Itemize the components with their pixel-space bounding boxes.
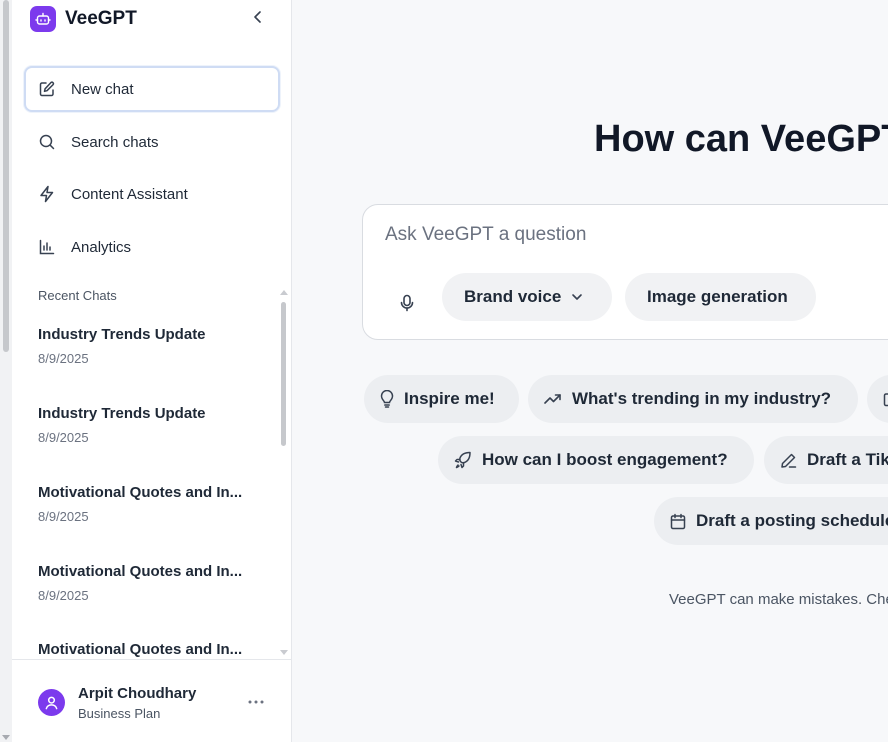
nav-label: Content Assistant	[71, 185, 188, 203]
microphone-icon	[400, 294, 414, 312]
chat-list-item[interactable]: Industry Trends Update 8/9/2025	[38, 326, 258, 366]
chat-list-item[interactable]: Motivational Quotes and In...	[38, 641, 258, 660]
chat-title: Industry Trends Update	[38, 405, 206, 422]
chat-list-scrollbar[interactable]	[279, 288, 289, 660]
chat-title: Motivational Quotes and In...	[38, 484, 243, 501]
suggestion-label: Draft a TikTok script	[807, 450, 888, 469]
analytics-button[interactable]: Analytics	[24, 224, 280, 270]
chat-date: 8/9/2025	[38, 351, 89, 366]
chat-list-item[interactable]: Motivational Quotes and In... 8/9/2025	[38, 484, 258, 524]
chat-list-item[interactable]: Industry Trends Update 8/9/2025	[38, 405, 258, 445]
user-name: Arpit Choudhary	[78, 685, 197, 702]
sidebar: VeeGPT New chat Search chats Content Ass…	[12, 0, 292, 742]
brand-voice-dropdown[interactable]: Brand voice	[442, 273, 612, 321]
lightning-icon	[40, 185, 54, 203]
chat-date: 8/9/2025	[38, 430, 89, 445]
trending-up-icon	[544, 392, 562, 406]
ellipsis-icon	[248, 700, 264, 704]
chevron-left-icon	[254, 11, 261, 23]
chat-title: Motivational Quotes and In...	[38, 641, 243, 658]
brand-name: VeeGPT	[65, 8, 137, 29]
voice-input-button[interactable]	[393, 289, 421, 317]
brand[interactable]: VeeGPT	[30, 6, 137, 32]
edit-icon	[39, 81, 55, 97]
chat-list-scrollbar-thumb[interactable]	[281, 302, 286, 446]
page-scrollbar[interactable]	[0, 0, 12, 742]
image-generation-button[interactable]: Image generation	[625, 273, 816, 321]
suggestion-inspire-me[interactable]: Inspire me!	[364, 375, 519, 423]
suggestion-label: What's trending in my industry?	[572, 389, 832, 408]
user-plan: Business Plan	[78, 706, 161, 721]
chat-title: Industry Trends Update	[38, 326, 206, 343]
rocket-icon	[454, 451, 472, 469]
avatar[interactable]	[38, 689, 65, 716]
calendar-icon	[883, 391, 888, 407]
nav-label: Search chats	[71, 133, 159, 151]
chevron-down-icon	[571, 293, 583, 301]
suggestion-label: How can I boost engagement?	[482, 450, 728, 469]
more-options-button[interactable]	[248, 694, 264, 710]
recent-chats-heading: Recent Chats	[38, 288, 117, 303]
suggestion-posting-schedule[interactable]: Draft a posting schedule	[654, 497, 888, 545]
suggestion-label: Draft a posting schedule	[696, 511, 888, 530]
chat-date: 8/9/2025	[38, 509, 89, 524]
suggestion-draft-tiktok[interactable]: Draft a TikTok script	[764, 436, 888, 484]
chat-date: 8/9/2025	[38, 588, 89, 603]
page-scrollbar-thumb[interactable]	[3, 0, 9, 352]
page-title: How can VeeGPT help you today?	[594, 118, 888, 160]
disclaimer-text: VeeGPT can make mistakes. Check importan…	[669, 591, 888, 608]
composer: Brand voice Image generation	[362, 204, 888, 340]
new-chat-button[interactable]: New chat	[24, 66, 280, 112]
user-icon	[45, 696, 58, 710]
suggestion-boost-engagement[interactable]: How can I boost engagement?	[438, 436, 754, 484]
scroll-up-arrow-icon[interactable]	[280, 290, 288, 295]
suggestion-label: Inspire me!	[404, 389, 495, 408]
image-generation-label: Image generation	[647, 287, 788, 306]
chat-list-item[interactable]: Motivational Quotes and In... 8/9/2025	[38, 563, 258, 603]
bar-chart-icon	[39, 239, 55, 255]
search-icon	[39, 134, 55, 150]
collapse-sidebar-button[interactable]	[250, 9, 266, 25]
chat-title: Motivational Quotes and In...	[38, 563, 243, 580]
user-profile: Arpit Choudhary Business Plan	[12, 659, 291, 742]
lightbulb-icon	[380, 390, 394, 408]
brand-voice-label: Brand voice	[464, 287, 562, 306]
recent-chats-list: Industry Trends Update 8/9/2025 Industry…	[12, 312, 278, 660]
suggestion-trending[interactable]: What's trending in my industry?	[528, 375, 858, 423]
scroll-down-arrow-icon[interactable]	[2, 735, 10, 740]
calendar-icon	[670, 513, 686, 530]
content-assistant-button[interactable]: Content Assistant	[24, 171, 280, 217]
prompt-input[interactable]	[385, 221, 888, 249]
nav-label: Analytics	[71, 238, 132, 256]
nav-label: New chat	[71, 80, 134, 98]
scroll-down-arrow-icon[interactable]	[280, 650, 288, 655]
pencil-icon	[780, 452, 797, 469]
suggestion-more[interactable]	[867, 375, 888, 423]
main-content: How can VeeGPT help you today? Brand voi…	[292, 0, 888, 742]
search-chats-button[interactable]: Search chats	[24, 119, 280, 165]
robot-logo-icon	[30, 6, 56, 32]
